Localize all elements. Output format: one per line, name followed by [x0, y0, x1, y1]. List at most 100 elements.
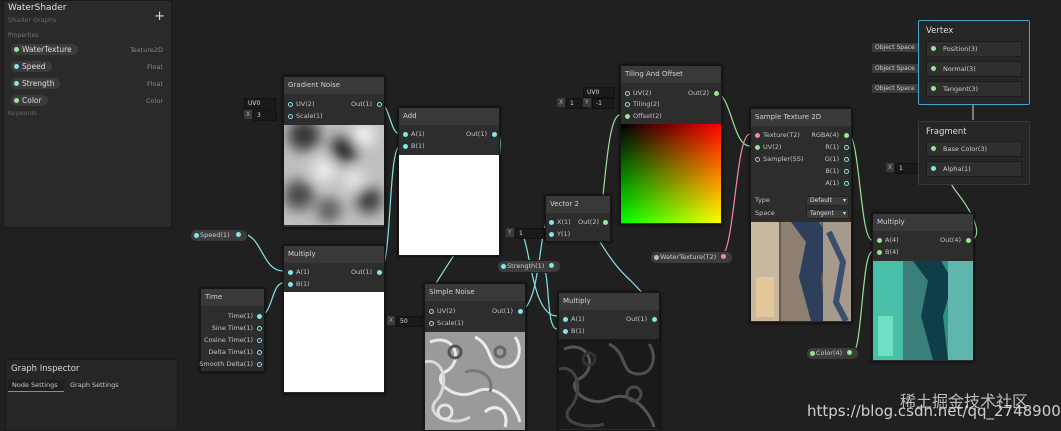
port-icon [257, 314, 262, 319]
output-g[interactable]: G(1) [825, 154, 849, 165]
input-y[interactable]: Y(1) [546, 229, 570, 240]
output-a[interactable]: A(1) [825, 178, 849, 189]
input-uv[interactable]: UV(2) [425, 306, 455, 317]
node-simple-noise[interactable]: Simple Noise UV(2) Scale(1) Out(1) [424, 283, 526, 431]
fragment-base-color-slot[interactable]: Base Color(3) [926, 141, 1022, 157]
port-icon [549, 220, 554, 225]
property-watertexture[interactable]: WaterTexture [11, 44, 78, 55]
output-smooth-delta[interactable]: Smooth Delta(1) [199, 359, 262, 370]
vertex-tangent-slot[interactable]: Tangent(3) [926, 81, 1022, 97]
output-delta-time[interactable]: Delta Time(1) [208, 347, 262, 358]
property-color[interactable]: Color [11, 95, 48, 106]
output-rgba[interactable]: RGBA(4) [811, 130, 849, 141]
uv-channel-field[interactable]: UV0 [244, 98, 276, 109]
property-speed[interactable]: Speed [11, 61, 52, 72]
fragment-alpha-slot[interactable]: Alpha(1) [926, 161, 1022, 177]
input-a[interactable]: A(1) [399, 129, 425, 140]
port-icon [288, 114, 293, 119]
input-b[interactable]: B(1) [284, 279, 310, 290]
vertex-master-block[interactable]: Vertex Position(3) Normal(3) Tangent(3) [918, 20, 1030, 105]
uv-channel-field[interactable]: UV0 [583, 87, 615, 98]
node-gradient-noise[interactable]: Gradient Noise UV(2) Scale(1) Out(1) [283, 76, 385, 228]
input-sampler[interactable]: Sampler(SS) [751, 154, 803, 165]
scale-input[interactable]: 50 [396, 316, 422, 327]
node-multiply-3[interactable]: Multiply A(4) B(4) Out(4) [872, 213, 974, 362]
input-uv[interactable]: UV(2) [751, 142, 781, 153]
color-property-node[interactable]: Color(4) [806, 347, 860, 360]
property-strength[interactable]: Strength [11, 78, 61, 89]
output-b[interactable]: B(1) [825, 166, 849, 177]
output-out[interactable]: Out(2) [688, 88, 719, 99]
node-tiling-and-offset[interactable]: Tiling And Offset UV(2) Tiling(2) Offset… [620, 65, 722, 225]
output-sine-time[interactable]: Sine Time(1) [212, 323, 262, 334]
input-x[interactable]: X(1) [546, 217, 571, 228]
port-icon [377, 102, 382, 107]
y-input[interactable]: 1 [515, 228, 545, 239]
speed-property-node[interactable]: Speed(1) [190, 229, 248, 242]
normal-space-field[interactable]: Object Space [871, 63, 919, 74]
input-b[interactable]: B(1) [559, 326, 585, 337]
tiling-y-input[interactable]: -1 [592, 98, 614, 109]
property-dot-icon [14, 81, 19, 86]
output-out[interactable]: Out(2) [578, 217, 608, 228]
node-vector2[interactable]: Vector 2 X(1) Y(1) Out(2) [545, 195, 611, 242]
input-a[interactable]: A(4) [873, 235, 899, 246]
node-title: Simple Noise [425, 284, 525, 301]
port-icon [714, 91, 719, 96]
slot-label: Normal(3) [943, 65, 976, 73]
fragment-master-block[interactable]: Fragment Base Color(3) Alpha(1) [918, 121, 1030, 185]
port-icon [966, 238, 971, 243]
output-out[interactable]: Out(1) [626, 314, 657, 325]
type-dropdown[interactable]: Default [806, 196, 849, 206]
port-icon [429, 321, 434, 326]
property-type: Color [146, 97, 163, 105]
blackboard-subtitle: Shader Graphs [8, 16, 57, 24]
input-a[interactable]: A(1) [284, 267, 310, 278]
vertex-normal-slot[interactable]: Normal(3) [926, 61, 1022, 77]
port-label: Smooth Delta(1) [199, 360, 253, 368]
strength-property-node[interactable]: Strength(1) [497, 260, 562, 273]
output-out[interactable]: Out(1) [351, 267, 382, 278]
port-label: Scale(1) [437, 319, 464, 327]
space-dropdown[interactable]: Tangent [806, 209, 849, 219]
output-out[interactable]: Out(1) [351, 99, 382, 110]
input-b[interactable]: B(1) [399, 141, 425, 152]
input-tiling[interactable]: Tiling(2) [621, 99, 660, 110]
tangent-space-field[interactable]: Object Space [871, 83, 919, 94]
tab-node-settings[interactable]: Node Settings [8, 380, 64, 392]
input-uv[interactable]: UV(2) [621, 88, 651, 99]
scale-input[interactable]: 3 [253, 110, 277, 121]
node-multiply-1[interactable]: Multiply A(1) B(1) Out(1) [283, 245, 385, 394]
input-b[interactable]: B(4) [873, 247, 899, 258]
output-out[interactable]: Out(1) [466, 129, 497, 140]
output-out[interactable]: Out(4) [940, 235, 971, 246]
port-label: R(1) [825, 143, 839, 151]
input-texture[interactable]: Texture(T2) [751, 130, 800, 141]
output-out[interactable]: Out(1) [492, 306, 523, 317]
watertexture-property-node[interactable]: WaterTexture(T2) [650, 251, 734, 264]
input-a[interactable]: A(1) [559, 314, 585, 325]
blackboard-panel: WaterShader Shader Graphs + Properties W… [3, 0, 172, 228]
input-scale[interactable]: Scale(1) [425, 318, 464, 329]
node-multiply-2[interactable]: Multiply A(1) B(1) Out(1) [558, 292, 660, 431]
tab-graph-settings[interactable]: Graph Settings [66, 380, 126, 391]
node-add[interactable]: Add A(1) B(1) Out(1) [398, 107, 500, 256]
property-dot-icon [14, 98, 19, 103]
port-icon [603, 220, 608, 225]
output-r[interactable]: R(1) [825, 142, 849, 153]
vertex-position-slot[interactable]: Position(3) [926, 41, 1022, 57]
input-offset[interactable]: Offset(2) [621, 111, 662, 122]
port-icon [844, 145, 849, 150]
add-preview [399, 155, 499, 255]
graph-canvas[interactable]: WaterShader Shader Graphs + Properties W… [0, 0, 1061, 431]
node-sample-texture-2d[interactable]: Sample Texture 2D Texture(T2) UV(2) Samp… [750, 108, 852, 323]
input-scale[interactable]: Scale(1) [284, 111, 323, 122]
input-uv[interactable]: UV(2) [284, 99, 314, 110]
add-property-button[interactable]: + [154, 9, 165, 24]
node-time[interactable]: Time Time(1) Sine Time(1) Cosine Time(1)… [199, 288, 265, 372]
position-space-field[interactable]: Object Space [871, 42, 919, 53]
output-time[interactable]: Time(1) [228, 311, 262, 322]
port-icon [755, 133, 760, 138]
pill-label: Speed(1) [200, 231, 230, 239]
output-cosine-time[interactable]: Cosine Time(1) [204, 335, 262, 346]
